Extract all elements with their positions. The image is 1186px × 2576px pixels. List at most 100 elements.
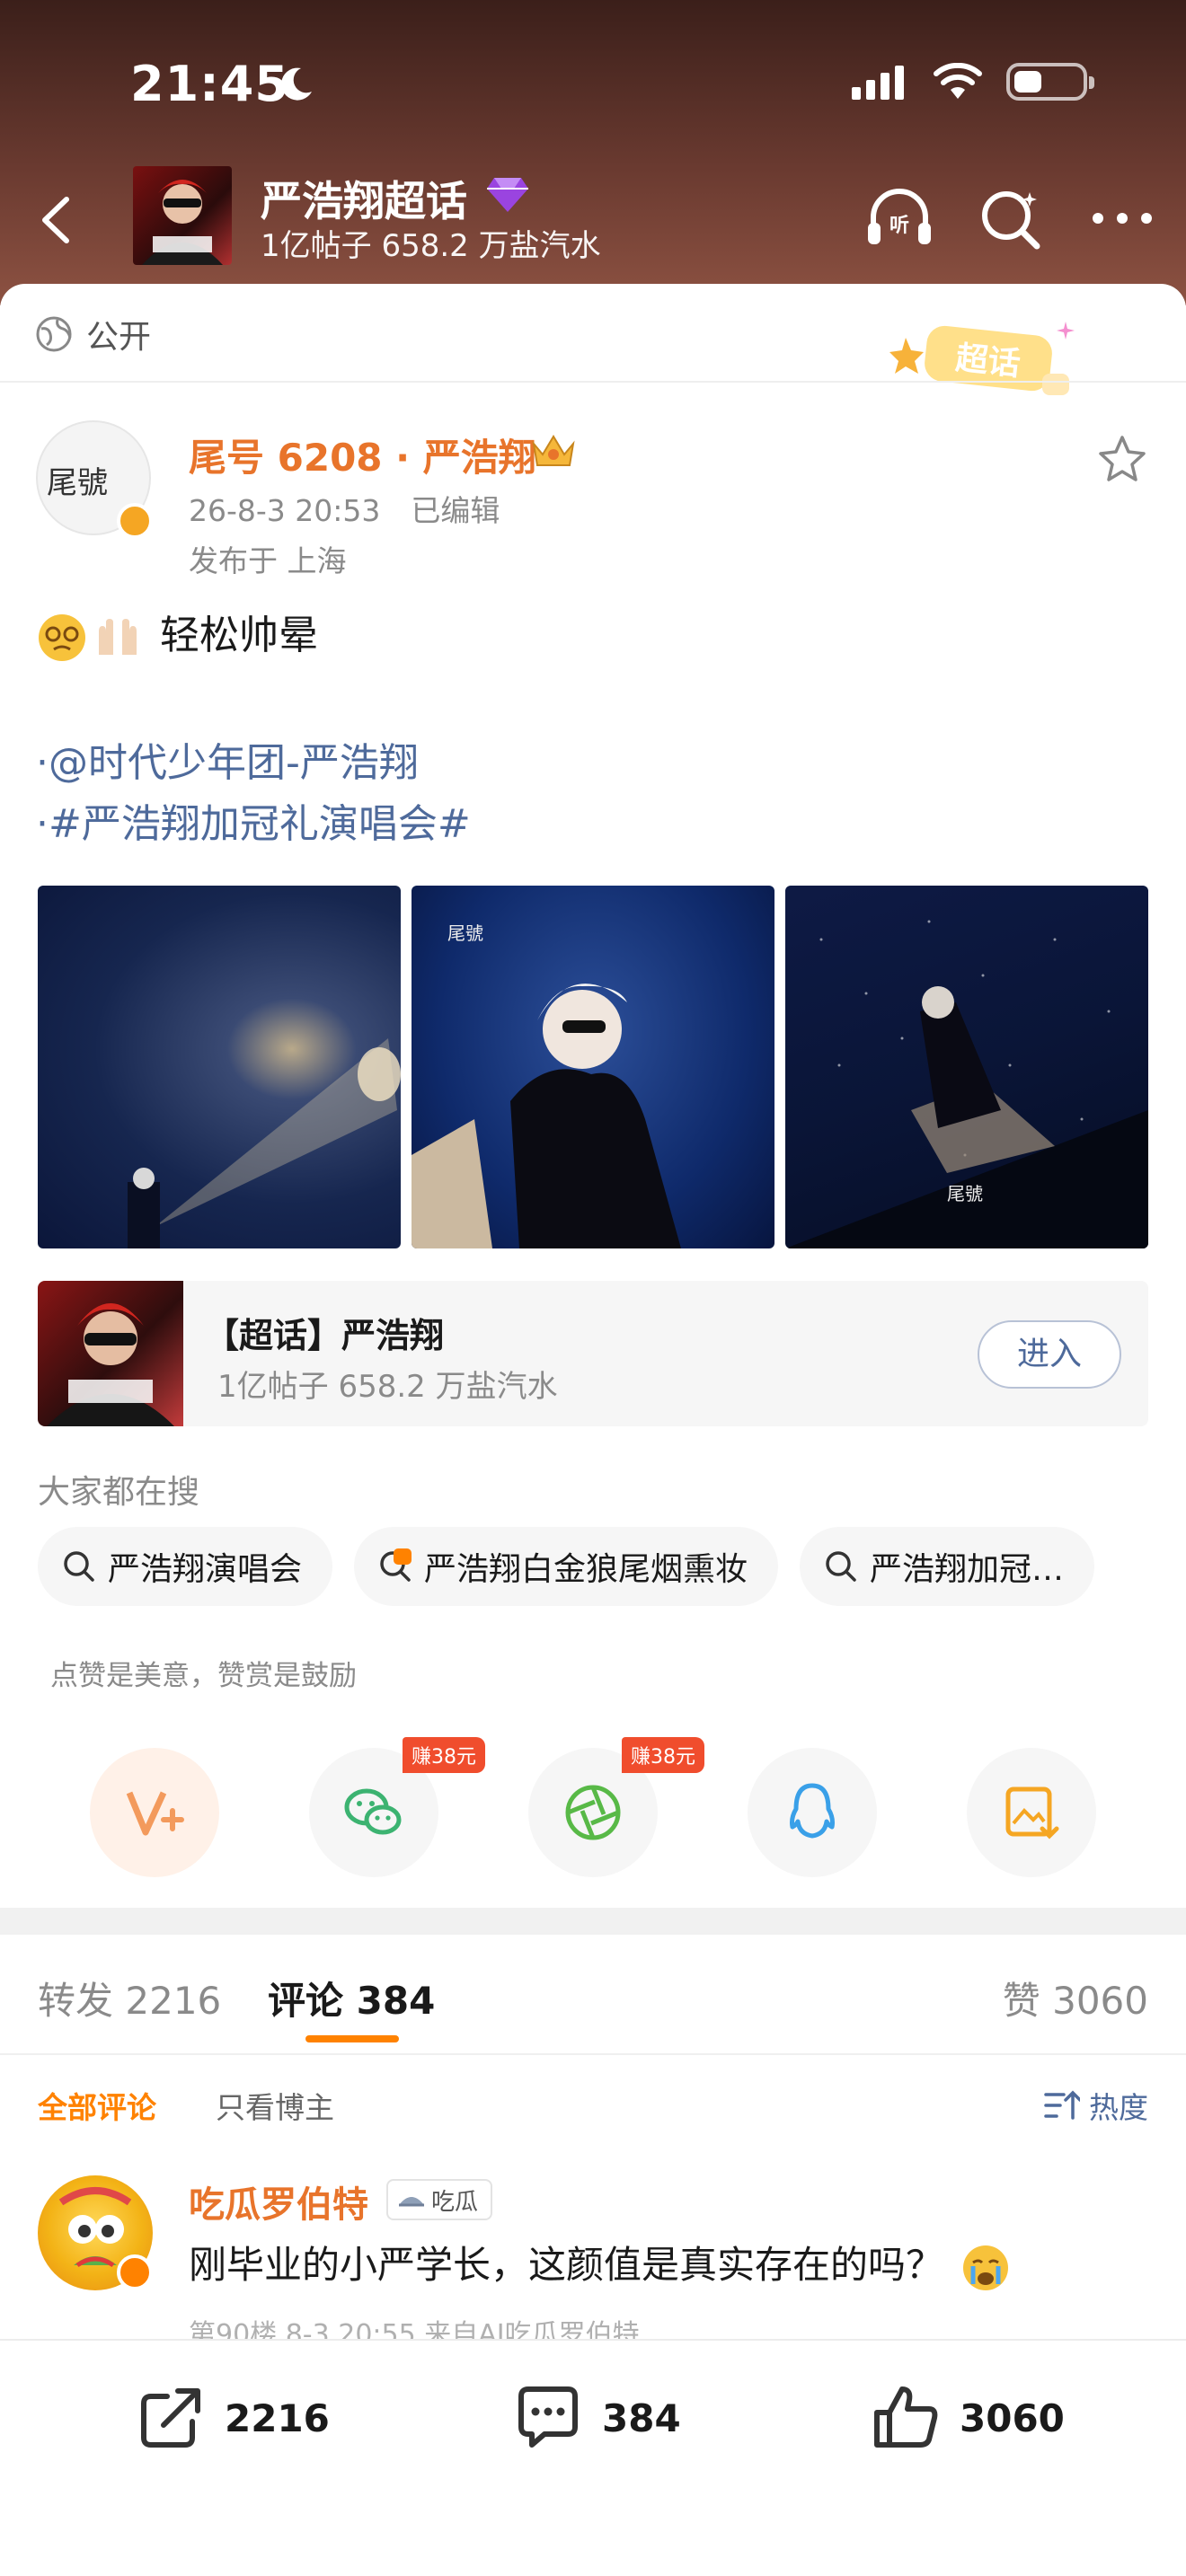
tab-comments[interactable]: 评论 384 [268,1971,435,2025]
reward-button[interactable] [90,1748,219,1877]
moments-share-button[interactable]: 赚38元 [528,1737,704,1877]
verified-badge-icon [117,503,153,539]
cellular-signal-icon [852,66,904,100]
wifi-icon [934,63,982,99]
status-time: 21:45 [130,56,289,112]
post-time: 26-8-3 20:53 [189,493,381,528]
mention-link[interactable]: ·@时代少年团-严浩翔 [36,733,471,794]
edited-label[interactable]: 已编辑 [411,493,500,528]
comment-button[interactable]: 384 [512,2382,681,2454]
post-card: 公开 超话 尾號 尾号 6208 · 严浩翔 26-8-3 20:53 已编辑 发… [0,284,1186,2576]
status-bar: 21:45 [0,0,1186,171]
globe-icon [36,316,72,352]
search-icon [64,1551,94,1582]
tab-likes-label: 赞 [1002,1979,1040,2023]
photo[interactable]: 尾號 [785,886,1148,1248]
commenter-tag[interactable]: 吃瓜 [386,2179,493,2220]
wechat-share-button[interactable]: 赚38元 [309,1737,485,1877]
tab-likes[interactable]: 赞 3060 [1003,1971,1148,2025]
crying-face-icon [963,2245,1009,2290]
comment-icon [518,2386,578,2448]
status-indicators [852,63,1094,101]
section-gap [0,1908,1186,1935]
trending-search-title: 大家都在搜 [38,1474,200,1511]
search-chip-label: 严浩翔加冠… [870,1551,1065,1588]
earn-badge: 赚38元 [622,1737,704,1773]
svg-text:尾號: 尾號 [947,1183,983,1204]
topic-card[interactable]: 【超话】严浩翔 1亿帖子 658.2 万盐汽水 进入 [38,1281,1148,1426]
star-icon[interactable] [1096,433,1148,485]
search-chip[interactable]: 严浩翔白金狼尾烟熏妆 [354,1527,779,1606]
raised-hands-icon [99,619,137,655]
save-image-button[interactable] [967,1748,1096,1877]
hot-search-icon [380,1548,412,1582]
tab-reposts-count: 2216 [125,1979,222,2023]
tab-reposts-label: 转发 [38,1979,114,2023]
photo-art: 尾號 [785,920,1148,1248]
battery-icon [1006,63,1094,101]
photo-grid: 尾號 尾號 [38,886,1148,1248]
topic-title: 严浩翔超话 [261,177,467,225]
qq-penguin-icon [790,1783,835,1839]
hashtag-link[interactable]: ·#严浩翔加冠礼演唱会# [36,794,471,855]
commenter-name[interactable]: 吃瓜罗伯特 [189,2175,368,2228]
svg-text:听: 听 [890,215,909,237]
visibility-label: 公开 [86,319,152,356]
search-chip-label: 严浩翔演唱会 [108,1551,303,1588]
more-icon[interactable] [1085,181,1159,255]
chaohua-badge-icon: 超话 [890,322,1075,395]
thumbs-up-icon [874,2386,938,2448]
crown-icon [532,435,575,466]
nav-bar: 严浩翔超话 1亿帖子 658.2 万盐汽水 听 [0,162,1186,278]
divider [0,381,1186,383]
back-arrow-icon[interactable] [27,189,90,251]
search-icon [826,1551,856,1582]
photo[interactable] [38,886,401,1248]
avatar-logo: 尾號 [47,465,108,501]
search-chip[interactable]: 严浩翔加冠… [800,1527,1095,1606]
avatar-art [142,180,223,265]
dizzy-face-icon [39,614,85,661]
svg-text:尾號: 尾號 [447,922,483,944]
bottom-action-bar: 2216 384 3060 [0,2339,1186,2576]
photo-art [128,1038,401,1248]
search-chip-label: 严浩翔白金狼尾烟熏妆 [424,1551,748,1588]
like-button[interactable]: 3060 [870,2382,1065,2454]
engagement-tabs: 转发 2216 评论 384 赞 3060 [0,1935,1186,2053]
save-image-icon [1005,1786,1059,1839]
tab-comments-count: 384 [356,1979,436,2023]
filter-author-only[interactable]: 只看博主 [216,2084,334,2127]
post-location: 发布于 上海 [189,543,347,578]
post-meta: 26-8-3 20:53 已编辑 [189,487,500,530]
topic-stats: 1亿帖子 658.2 万盐汽水 [261,228,601,264]
verified-badge-icon [117,2254,153,2290]
post-text-line: 轻松帅晕 [36,604,318,668]
comment-count: 384 [602,2395,681,2440]
qq-share-button[interactable] [748,1748,877,1877]
comment-filter: 全部评论 只看博主 热度 [0,2071,1186,2134]
sort-icon [1044,2090,1080,2120]
moon-icon [281,67,312,101]
comment-body: 刚毕业的小严学长，这颜值是真实存在的吗？ [189,2243,944,2287]
enter-button[interactable]: 进入 [978,1320,1121,1389]
reward-tip: 点赞是美意，赞赏是鼓励 [50,1660,357,1692]
topic-avatar[interactable] [133,166,232,265]
tab-reposts[interactable]: 转发 2216 [38,1971,221,2025]
author-name[interactable]: 尾号 6208 · 严浩翔 [189,428,536,482]
search-icon[interactable] [974,181,1048,255]
comment-text: 刚毕业的小严学长，这颜值是真实存在的吗？ [189,2235,1011,2293]
listen-icon[interactable]: 听 [863,181,936,255]
svg-text:超话: 超话 [954,340,1022,383]
sort-button[interactable]: 热度 [1044,2084,1148,2127]
filter-all-comments[interactable]: 全部评论 [38,2084,156,2127]
visibility-row: 公开 [34,311,151,357]
nav-actions: 听 [863,181,1159,255]
commenter-tag-label: 吃瓜 [431,2188,479,2216]
photo[interactable]: 尾號 [412,886,774,1248]
like-count: 3060 [960,2395,1065,2440]
photo-art: 尾號 [412,922,681,1248]
tab-comments-label: 评论 [268,1979,344,2023]
repost-button[interactable]: 2216 [135,2382,330,2454]
search-chip[interactable]: 严浩翔演唱会 [38,1527,333,1606]
search-chips: 严浩翔演唱会 严浩翔白金狼尾烟熏妆 严浩翔加冠… [38,1527,1095,1606]
